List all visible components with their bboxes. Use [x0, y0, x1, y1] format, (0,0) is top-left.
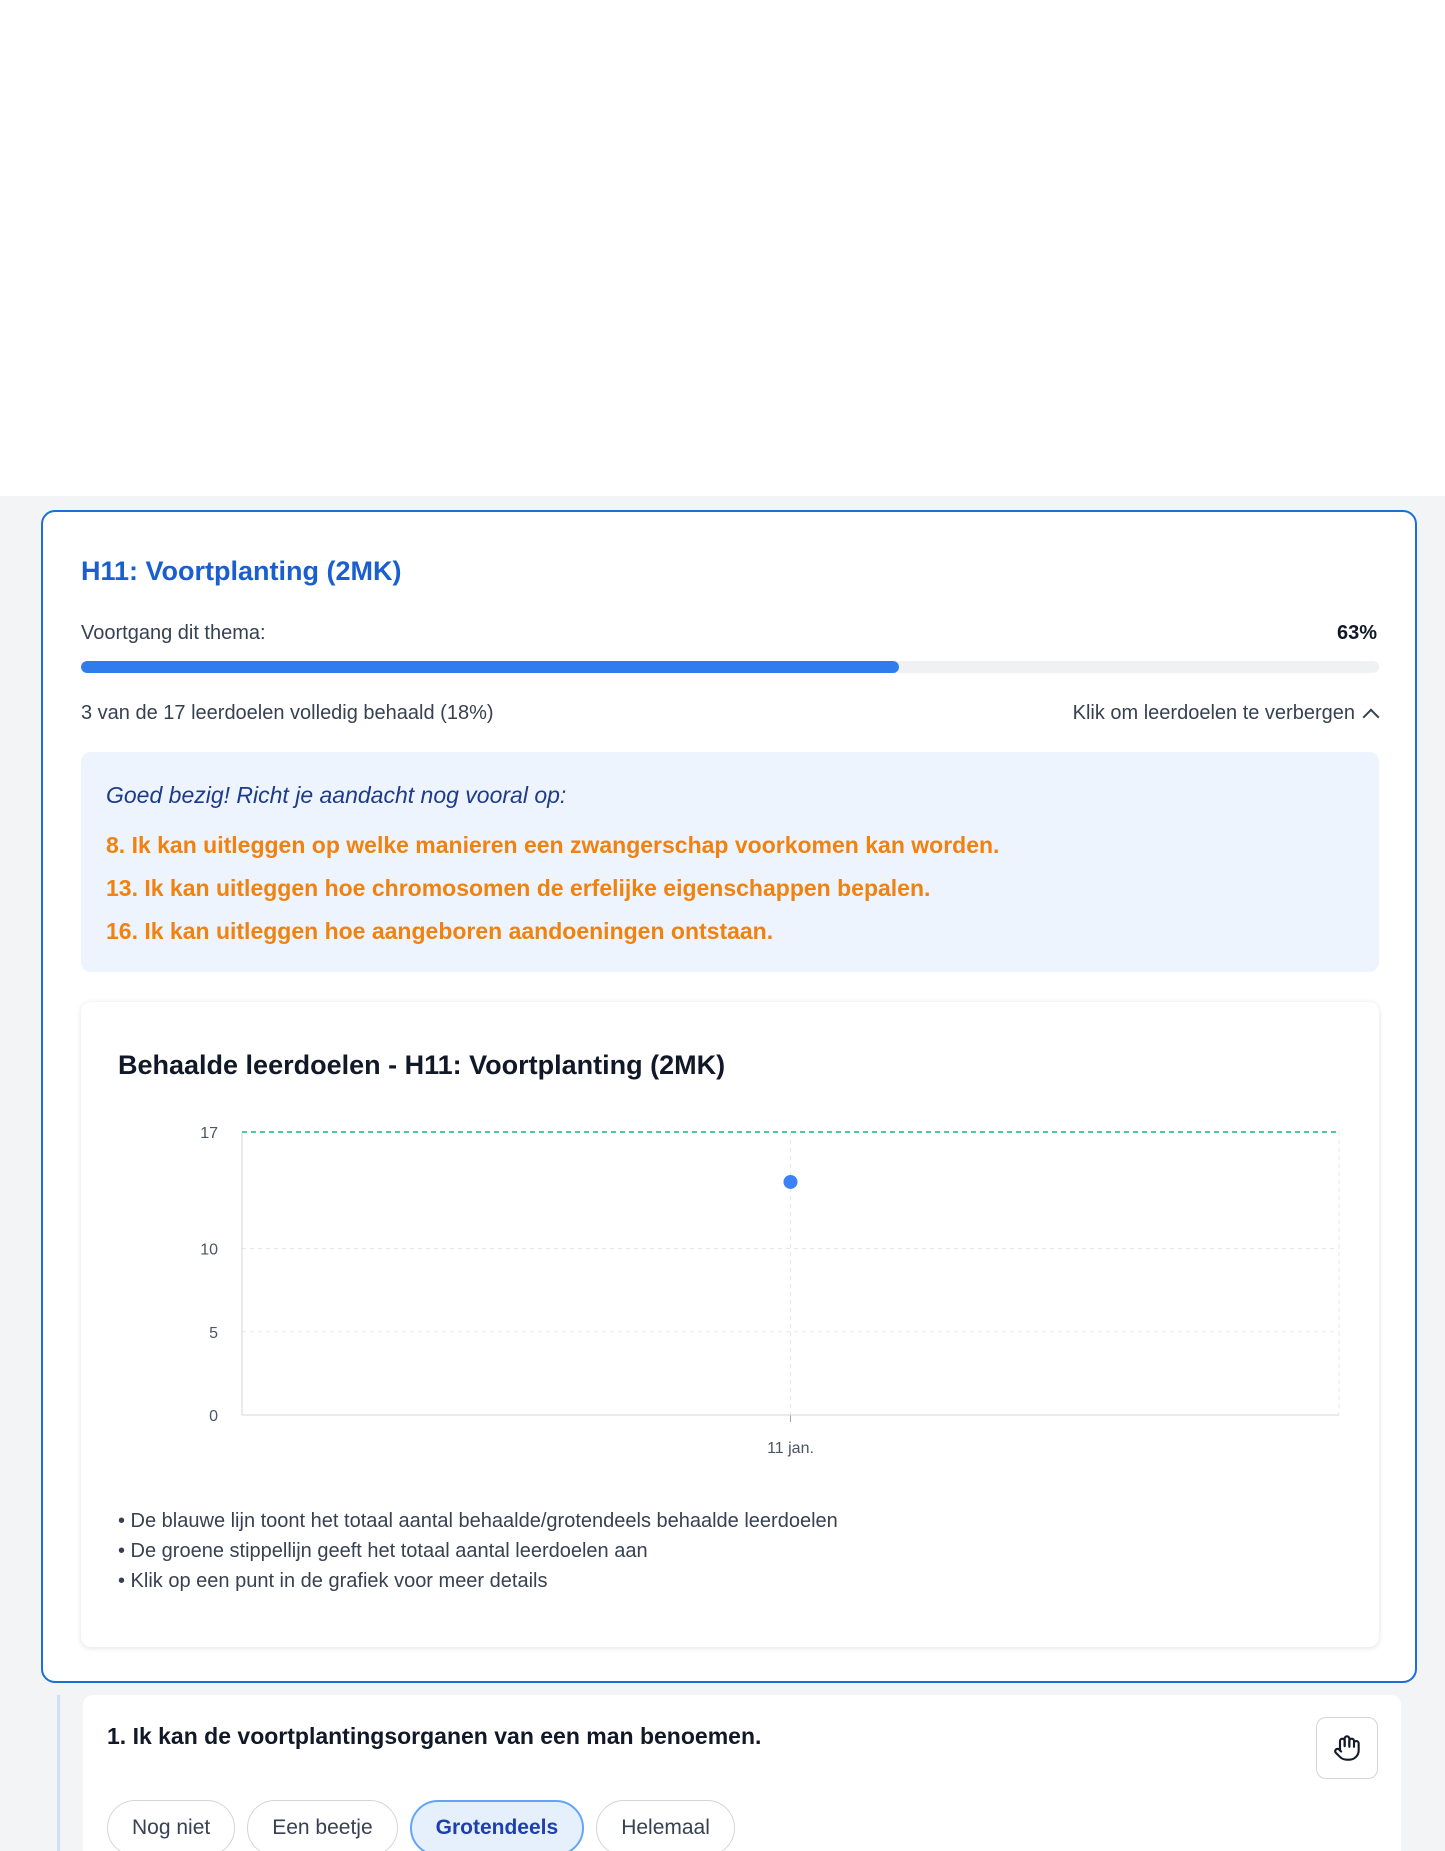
progress-bar: [81, 661, 1379, 673]
focus-item: 8. Ik kan uitleggen op welke manieren ee…: [106, 832, 1000, 858]
chart-note: • De groene stippellijn geeft het totaal…: [118, 1540, 648, 1562]
goal-card: 1. Ik kan de voortplantingsorganen van e…: [83, 1695, 1401, 1851]
toggle-goals-label: Klik om leerdoelen te verbergen: [1072, 702, 1355, 724]
chart-notes: • De blauwe lijn toont het totaal aantal…: [118, 1507, 838, 1597]
blank-top-area: [0, 0, 1445, 496]
progress-chart: 0 5 10 17 11 jan.: [200, 1125, 1340, 1457]
choice-een-beetje[interactable]: Een beetje: [247, 1800, 398, 1851]
mastery-choices: Nog niet Een beetje Grotendeels Helemaal: [107, 1800, 735, 1851]
choice-helemaal[interactable]: Helemaal: [596, 1800, 735, 1851]
data-point: [783, 1174, 798, 1189]
chart-note: • Klik op een punt in de grafiek voor me…: [118, 1570, 548, 1592]
progress-label: Voortgang dit thema:: [81, 622, 266, 644]
goal-text: 1. Ik kan de voortplantingsorganen van e…: [107, 1723, 762, 1749]
focus-intro: Goed bezig! Richt je aandacht nog vooral…: [106, 782, 567, 808]
choice-nog-niet[interactable]: Nog niet: [107, 1800, 236, 1851]
y-tick-label: 10: [200, 1242, 218, 1259]
goal-rail: [57, 1695, 60, 1851]
x-tick-label: 11 jan.: [767, 1440, 814, 1457]
toggle-goals-button[interactable]: Klik om leerdoelen te verbergen: [1072, 702, 1380, 726]
theme-card: H11: Voortplanting (2MK) Voortgang dit t…: [41, 510, 1417, 1683]
chevron-up-icon: [1362, 708, 1380, 726]
focus-box: Goed bezig! Richt je aandacht nog vooral…: [81, 752, 1379, 972]
y-tick-label: 0: [209, 1408, 218, 1425]
progress-bar-fill: [81, 661, 899, 673]
hand-icon: [1334, 1735, 1360, 1761]
focus-item: 13. Ik kan uitleggen hoe chromosomen de …: [106, 875, 931, 901]
chart-note: • De blauwe lijn toont het totaal aantal…: [118, 1510, 838, 1532]
goals-summary: 3 van de 17 leerdoelen volledig behaald …: [81, 702, 494, 724]
progress-percentage: 63%: [1336, 622, 1377, 644]
focus-item: 16. Ik kan uitleggen hoe aangeboren aand…: [106, 918, 774, 944]
chart-card: Behaalde leerdoelen - H11: Voortplanting…: [81, 1002, 1379, 1647]
theme-title: H11: Voortplanting (2MK): [81, 556, 402, 586]
hand-button[interactable]: [1316, 1717, 1378, 1779]
choice-grotendeels[interactable]: Grotendeels: [409, 1800, 585, 1851]
y-tick-label: 17: [200, 1125, 218, 1142]
focus-list: 8. Ik kan uitleggen op welke manieren ee…: [106, 830, 999, 959]
y-tick-label: 5: [209, 1325, 218, 1342]
